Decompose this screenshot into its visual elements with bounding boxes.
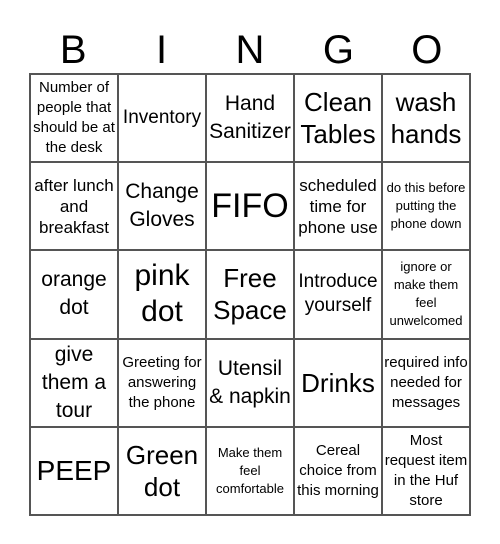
bingo-cell[interactable]: PEEP [30, 426, 118, 515]
bingo-cell[interactable]: do this before putting the phone down [382, 162, 470, 251]
bingo-cell[interactable]: Inventory [118, 74, 206, 163]
bingo-cell[interactable]: Green dot [118, 426, 206, 515]
header-letter-b: B [59, 28, 87, 72]
bingo-cell[interactable]: Drinks [294, 338, 382, 427]
free-space-cell[interactable]: Free Space [206, 250, 294, 339]
header-letter-n: N [235, 28, 265, 72]
bingo-header: B I N G O [29, 28, 471, 72]
bingo-cell[interactable]: required info needed for messages [382, 338, 470, 427]
bingo-cell[interactable]: Most request item in the Huf store [382, 426, 470, 515]
bingo-cell[interactable]: after lunch and breakfast [30, 162, 118, 251]
bingo-board: Number of people that should be at the d… [29, 73, 471, 516]
bingo-cell[interactable]: scheduled time for phone use [294, 162, 382, 251]
header-letter-g: G [322, 28, 354, 72]
bingo-cell[interactable]: Change Gloves [118, 162, 206, 251]
bingo-cell[interactable]: Utensil & napkin [206, 338, 294, 427]
bingo-cell[interactable]: Cereal choice from this morning [294, 426, 382, 515]
bingo-cell[interactable]: pink dot [118, 250, 206, 339]
bingo-cell[interactable]: Greeting for answering the phone [118, 338, 206, 427]
bingo-cell[interactable]: Hand Sanitizer [206, 74, 294, 163]
bingo-cell[interactable]: orange dot [30, 250, 118, 339]
bingo-cell[interactable]: FIFO [206, 162, 294, 251]
bingo-cell[interactable]: give them a tour [30, 338, 118, 427]
header-letter-o: O [411, 28, 443, 72]
header-letter-i: I [156, 28, 168, 72]
bingo-cell[interactable]: Clean Tables [294, 74, 382, 163]
bingo-cell[interactable]: Number of people that should be at the d… [30, 74, 118, 163]
bingo-cell[interactable]: Introduce yourself [294, 250, 382, 339]
bingo-cell[interactable]: Make them feel comfortable [206, 426, 294, 515]
bingo-cell[interactable]: ignore or make them feel unwelcomed [382, 250, 470, 339]
bingo-cell[interactable]: wash hands [382, 74, 470, 163]
